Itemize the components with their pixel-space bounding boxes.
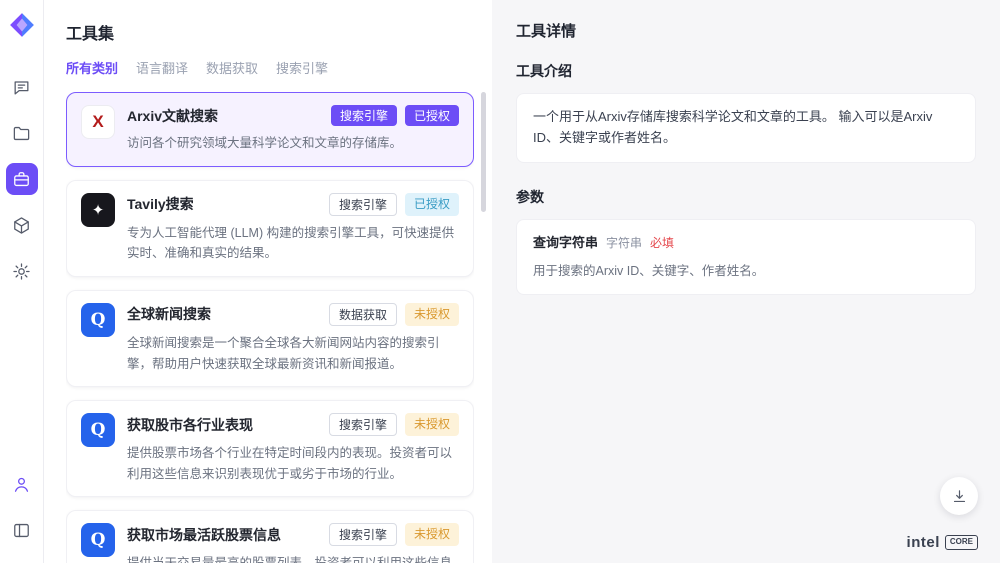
intel-wordmark: intel <box>907 534 940 551</box>
collapse-sidebar-button[interactable] <box>6 514 38 546</box>
cube-icon <box>12 216 31 235</box>
tavily-icon: ✦ <box>81 193 115 227</box>
tab-language-translation[interactable]: 语言翻译 <box>136 58 188 83</box>
intro-card: 一个用于从Arxiv存储库搜索科学论文和文章的工具。 输入可以是Arxiv ID… <box>516 93 976 163</box>
intel-core-badge: CORE <box>945 535 978 550</box>
tool-card-active-stocks[interactable]: Q 获取市场最活跃股票信息 搜索引擎 未授权 提供当天交易量最高的股票列表，投资… <box>66 510 474 563</box>
params-heading: 参数 <box>516 187 976 207</box>
panel-toggle-icon <box>12 521 31 540</box>
tool-card-tavily[interactable]: ✦ Tavily搜索 搜索引擎 已授权 专为人工智能代理 (LLM) 构建的搜索… <box>66 180 474 277</box>
arxiv-icon: X <box>81 105 115 139</box>
detail-panel-title: 工具详情 <box>516 20 976 41</box>
category-badge: 数据获取 <box>329 303 397 326</box>
folder-icon <box>12 124 31 143</box>
gear-icon <box>12 262 31 281</box>
category-tabs: 所有类别 语言翻译 数据获取 搜索引擎 <box>44 58 492 83</box>
category-badge: 搜索引擎 <box>329 413 397 436</box>
param-name: 查询字符串 <box>533 233 598 254</box>
param-description: 用于搜索的Arxiv ID、关键字、作者姓名。 <box>533 261 959 281</box>
category-badge: 搜索引擎 <box>329 523 397 546</box>
tools-panel: 工具集 所有类别 语言翻译 数据获取 搜索引擎 X Arxiv文献搜索 搜索引擎… <box>44 0 492 563</box>
tool-name: 全球新闻搜索 <box>127 304 329 324</box>
user-profile-button[interactable] <box>6 468 38 500</box>
tool-name: 获取市场最活跃股票信息 <box>127 525 329 545</box>
chat-nav-button[interactable] <box>6 71 38 103</box>
tab-search-engine[interactable]: 搜索引擎 <box>276 58 328 83</box>
models-nav-button[interactable] <box>6 209 38 241</box>
tool-description: 专为人工智能代理 (LLM) 构建的搜索引擎工具，可快速提供实时、准确和真实的结… <box>127 223 459 264</box>
tab-all-categories[interactable]: 所有类别 <box>66 58 118 83</box>
stock-sector-icon: Q <box>81 413 115 447</box>
auth-status-badge: 未授权 <box>405 413 459 436</box>
tab-data-acquisition[interactable]: 数据获取 <box>206 58 258 83</box>
tool-description: 提供当天交易量最高的股票列表，投资者可以利用这些信息来识别流动性强的股票和潜在的… <box>127 553 459 563</box>
category-badge: 搜索引擎 <box>331 105 397 126</box>
auth-status-badge: 未授权 <box>405 303 459 326</box>
auth-status-badge: 已授权 <box>405 193 459 216</box>
tool-name: Tavily搜索 <box>127 194 329 214</box>
briefcase-icon <box>12 170 31 189</box>
files-nav-button[interactable] <box>6 117 38 149</box>
icon-rail <box>0 0 44 563</box>
user-icon <box>12 475 31 494</box>
auth-status-badge: 未授权 <box>405 523 459 546</box>
tool-list: X Arxiv文献搜索 搜索引擎 已授权 访问各个研究领域大量科学论文和文章的存… <box>66 92 474 563</box>
param-card: 查询字符串 字符串 必填 用于搜索的Arxiv ID、关键字、作者姓名。 <box>516 219 976 296</box>
chat-icon <box>12 78 31 97</box>
intel-core-logo: intel CORE <box>907 534 978 551</box>
tool-card-stock-sector[interactable]: Q 获取股市各行业表现 搜索引擎 未授权 提供股票市场各个行业在特定时间段内的表… <box>66 400 474 497</box>
global-news-icon: Q <box>81 303 115 337</box>
param-type: 字符串 <box>606 234 642 253</box>
auth-status-badge: 已授权 <box>405 105 459 126</box>
settings-nav-button[interactable] <box>6 255 38 287</box>
tool-name: Arxiv文献搜索 <box>127 106 331 126</box>
list-scrollbar[interactable] <box>481 92 486 552</box>
tool-description: 提供股票市场各个行业在特定时间段内的表现。投资者可以利用这些信息来识别表现优于或… <box>127 443 459 484</box>
intro-text: 一个用于从Arxiv存储库搜索科学论文和文章的工具。 输入可以是Arxiv ID… <box>533 109 932 145</box>
tool-card-global-news[interactable]: Q 全球新闻搜索 数据获取 未授权 全球新闻搜索是一个聚合全球各大新闻网站内容的… <box>66 290 474 387</box>
download-button[interactable] <box>940 477 978 515</box>
intro-heading: 工具介绍 <box>516 61 976 81</box>
tool-name: 获取股市各行业表现 <box>127 415 329 435</box>
tool-card-arxiv[interactable]: X Arxiv文献搜索 搜索引擎 已授权 访问各个研究领域大量科学论文和文章的存… <box>66 92 474 167</box>
tool-detail-panel: 工具详情 工具介绍 一个用于从Arxiv存储库搜索科学论文和文章的工具。 输入可… <box>492 0 1000 563</box>
tool-description: 全球新闻搜索是一个聚合全球各大新闻网站内容的搜索引擎，帮助用户快速获取全球最新资… <box>127 333 459 374</box>
tools-panel-title: 工具集 <box>44 0 492 58</box>
scrollbar-thumb[interactable] <box>481 92 486 212</box>
tool-description: 访问各个研究领域大量科学论文和文章的存储库。 <box>127 133 459 154</box>
category-badge: 搜索引擎 <box>329 193 397 216</box>
download-icon <box>951 488 968 505</box>
param-required-flag: 必填 <box>650 234 674 253</box>
tools-nav-button[interactable] <box>6 163 38 195</box>
app-logo-icon <box>9 12 35 38</box>
active-stocks-icon: Q <box>81 523 115 557</box>
